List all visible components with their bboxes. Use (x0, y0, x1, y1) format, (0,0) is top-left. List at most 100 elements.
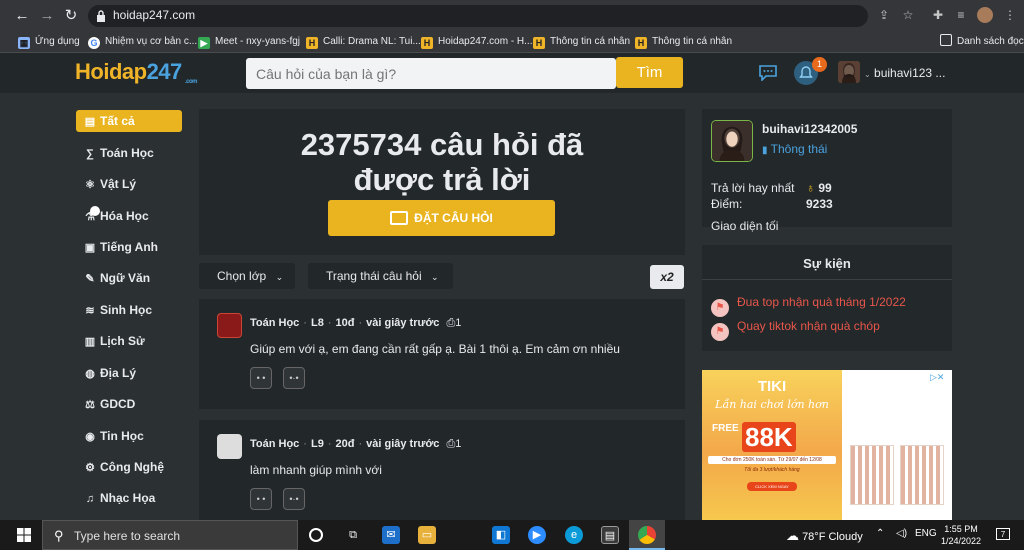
grade-filter-dropdown[interactable]: Chọn lớp ⌄ (199, 263, 295, 289)
browser-chrome: ← → ↻ hoidap247.com ⇪ ☆ ✚ ≡ ⋮ ▦ Ứng dụng … (0, 0, 1024, 53)
event-link[interactable]: ⚑ Quay tiktok nhận quà chóp (711, 319, 880, 341)
taskbar-search-input[interactable]: ⚲ Type here to search (42, 520, 298, 550)
sidebar-item-history[interactable]: ▥ Lịch Sử (76, 330, 182, 352)
medal-icon: ♁ (806, 181, 815, 195)
chevron-down-icon: ⌄ (864, 70, 871, 79)
points-label: Điểm: (711, 197, 743, 211)
file-explorer-icon[interactable]: ▭ (418, 526, 436, 544)
scale-icon: ⚖ (85, 399, 95, 411)
bookmark-item[interactable]: H Hoidap247.com - H... (421, 34, 533, 50)
chat-icon[interactable] (758, 65, 778, 81)
lock-icon (97, 10, 105, 22)
bookmark-item[interactable]: H Thông tin cá nhân (635, 34, 732, 50)
google-icon: G (88, 37, 100, 49)
avatar (217, 313, 242, 338)
meet-icon: ▶ (198, 37, 210, 49)
edge-icon[interactable]: e (565, 526, 583, 544)
site-logo[interactable]: Hoidap247 .com (75, 59, 198, 85)
app-icon[interactable]: ▤ (601, 526, 619, 544)
reply-action-icon[interactable]: •·• (283, 488, 305, 510)
divider (702, 279, 952, 280)
sidebar-item-geography[interactable]: ◍ Địa Lý (76, 362, 182, 384)
x2-points-badge[interactable]: x2 (650, 265, 684, 289)
star-icon[interactable]: ☆ (900, 7, 916, 23)
profile-username[interactable]: buihavi12342005 (762, 122, 857, 136)
advertisement-banner[interactable]: TIKI Lần hai chơi lớn hơn FREE SHIP 88K … (702, 370, 952, 520)
ad-fine-print-2: Tối đa 3 lượt/khách hàng (744, 467, 800, 473)
sidebar-item-physics[interactable]: ⚛ Vật Lý (76, 173, 182, 195)
sidebar-item-english[interactable]: ▣ Tiếng Anh (76, 236, 182, 258)
ad-slogan: Lần hai chơi lớn hơn (715, 398, 829, 411)
profile-avatar[interactable] (711, 120, 753, 162)
ad-cta-button[interactable]: CLICK XEM NGAY (747, 482, 797, 491)
store-icon[interactable]: ◧ (492, 526, 510, 544)
question-card[interactable]: Toán Học · L9 · 20đ · vài giây trước ⎙1 làm nh… (199, 420, 685, 520)
language-indicator[interactable]: ENG (915, 528, 937, 539)
bookmark-item[interactable]: H Calli: Drama NL: Tui... (306, 34, 421, 50)
chrome-icon[interactable] (638, 526, 656, 544)
task-view-icon[interactable]: ⧉ (344, 526, 362, 544)
sidebar-item-civics[interactable]: ⚖ GDCD (76, 393, 182, 415)
dark-mode-label: Giao diện tối (711, 219, 779, 233)
hoidap-icon: H (306, 37, 318, 49)
bookmark-item[interactable]: ▶ Meet - nxy-yans-fgj (198, 34, 300, 50)
cortana-icon[interactable] (309, 528, 323, 542)
search-input[interactable] (246, 58, 616, 89)
reply-action-icon[interactable]: •·• (283, 367, 305, 389)
mail-icon[interactable]: ✉ (382, 526, 400, 544)
ask-question-button[interactable]: ĐẶT CÂU HỎI (328, 200, 555, 236)
reload-icon[interactable]: ↻ (61, 6, 81, 26)
search-button[interactable]: Tìm (616, 57, 683, 88)
hoidap-icon: H (421, 37, 433, 49)
menu-icon[interactable]: ⋮ (1002, 7, 1018, 23)
forward-icon[interactable]: → (37, 6, 57, 26)
bookmark-item[interactable]: G Nhiệm vụ cơ bản c... (88, 34, 197, 50)
status-filter-dropdown[interactable]: Trạng thái câu hỏi ⌄ (308, 263, 453, 289)
notification-count-badge: 1 (812, 57, 827, 72)
language-icon: ▣ (84, 242, 96, 254)
browser-toolbar: ← → ↻ hoidap247.com ⇪ ☆ ✚ ≡ ⋮ (0, 0, 1024, 31)
sidebar-item-all[interactable]: ▤ Tất cả (76, 110, 182, 132)
reading-list[interactable]: Danh sách đọc (940, 34, 1024, 50)
sidebar-item-math[interactable]: ∑ Toán Học (76, 142, 182, 164)
adchoices-icon[interactable]: ▷✕ (930, 372, 944, 383)
notification-center-icon[interactable]: 7 (996, 528, 1010, 540)
profile-avatar[interactable] (977, 7, 993, 23)
windows-taskbar: ⚲ Type here to search ⧉ ✉ ▭ ◧ ▶ e ▤ ☁ 78… (0, 520, 1024, 550)
tray-overflow-icon[interactable]: ⌃ (876, 528, 884, 539)
question-card[interactable]: Toán Học · L8 · 10đ · vài giây trước ⎙1 Giúp e… (199, 299, 685, 409)
media-icon[interactable]: ≡ (953, 7, 969, 23)
attachment-icon: ⎙ (446, 317, 456, 329)
event-link[interactable]: ⚑ Đua top nhận quà tháng 1/2022 (711, 295, 906, 317)
zoom-icon[interactable]: ▶ (528, 526, 546, 544)
dark-mode-toggle[interactable] (90, 206, 100, 216)
answer-action-icon[interactable]: • • (250, 367, 272, 389)
sidebar-item-technology[interactable]: ⚙ Công Nghệ (76, 456, 182, 478)
bookmark-item[interactable]: H Thông tin cá nhân (533, 34, 630, 50)
header-username[interactable]: ⌄ buihavi123 ... (864, 66, 945, 80)
sidebar-item-music-art[interactable]: ♫ Nhạc Họa (76, 487, 182, 509)
share-icon[interactable]: ⇪ (876, 7, 892, 23)
bookmark-apps[interactable]: ▦ Ứng dụng (18, 34, 80, 50)
flag-icon: ⚑ (711, 299, 729, 317)
system-clock[interactable]: 1:55 PM 1/24/2022 (938, 523, 984, 547)
sidebar-item-literature[interactable]: ✎ Ngữ Văn (76, 267, 182, 289)
bookmarks-bar: ▦ Ứng dụng G Nhiệm vụ cơ bản c... ▶ Meet - … (0, 31, 1024, 53)
volume-icon[interactable]: ◁) (896, 528, 907, 539)
profile-card: buihavi12342005 ▮ Thông thái Trả lời hay… (702, 109, 952, 233)
avatar (217, 434, 242, 459)
extensions-icon[interactable]: ✚ (930, 7, 946, 23)
address-bar[interactable]: hoidap247.com (88, 5, 868, 27)
question-meta: Toán Học · L9 · 20đ · vài giây trước ⎙1 (250, 438, 462, 450)
header-avatar[interactable] (838, 61, 860, 83)
weather-widget[interactable]: ☁ 78°F Cloudy (786, 528, 863, 544)
answer-action-icon[interactable]: • • (250, 488, 272, 510)
gear-icon: ⚙ (85, 462, 95, 474)
sidebar-item-biology[interactable]: ≋ Sinh Học (76, 299, 182, 321)
atom-icon: ⚛ (85, 179, 95, 191)
best-answers-value: ♁ 99 (806, 181, 832, 195)
sidebar-item-informatics[interactable]: ◉ Tin Học (76, 425, 182, 447)
attachment-icon: ⎙ (446, 438, 456, 450)
windows-start-icon[interactable] (17, 528, 31, 542)
back-icon[interactable]: ← (12, 6, 32, 26)
